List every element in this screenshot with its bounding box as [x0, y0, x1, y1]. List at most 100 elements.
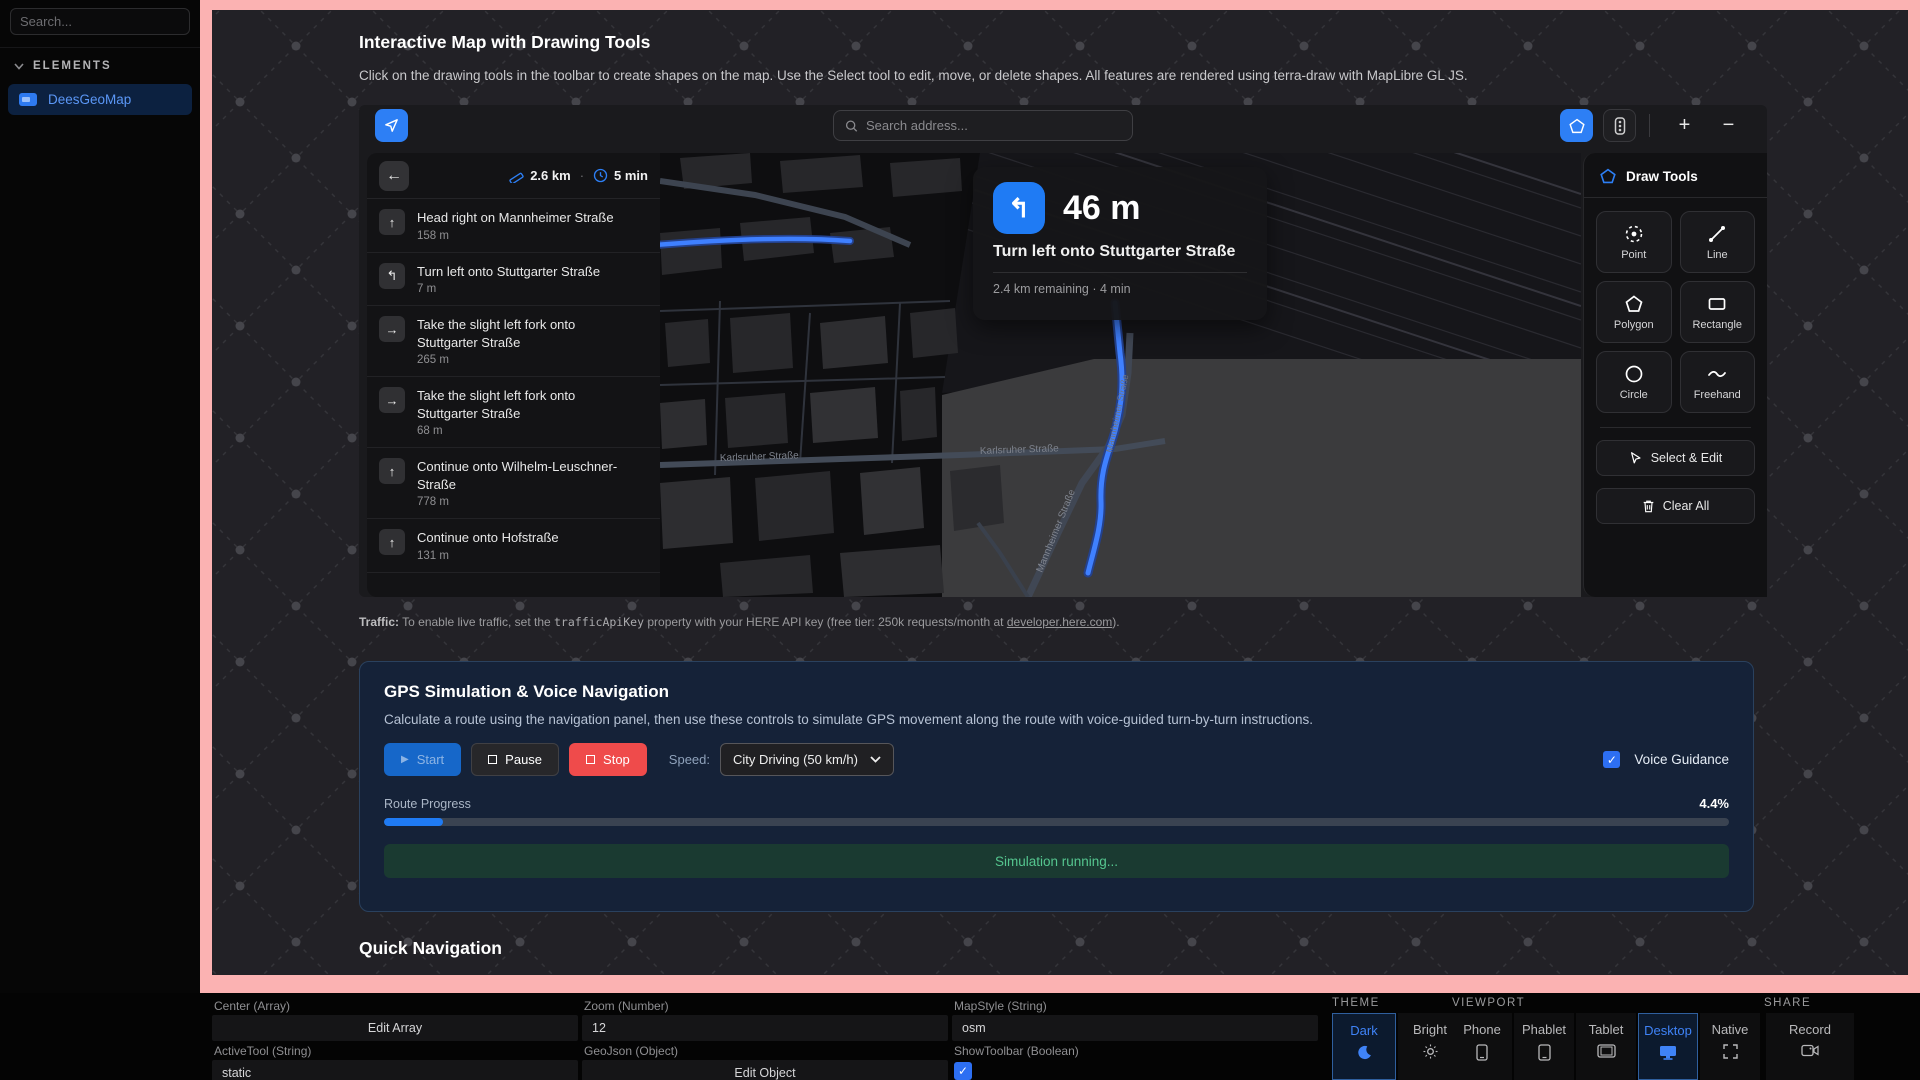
nav-step[interactable]: ↑ Continue onto Hofstraße 131 m [367, 519, 660, 573]
draw-tools-title: Draw Tools [1626, 169, 1698, 184]
story-frame: Interactive Map with Drawing Tools Click… [200, 0, 1920, 993]
activetool-input[interactable] [212, 1060, 578, 1080]
zoom-in-button[interactable]: + [1668, 109, 1701, 142]
tool-label: Freehand [1694, 389, 1741, 401]
chevron-down-icon [870, 756, 881, 763]
back-button[interactable]: ← [379, 161, 409, 191]
select-edit-button[interactable]: Select & Edit [1596, 440, 1755, 476]
tool-circle-button[interactable]: Circle [1596, 351, 1672, 413]
stop-label: Stop [603, 752, 630, 767]
cursor-icon [1629, 451, 1643, 465]
nav-step[interactable]: → Take the slight left fork onto Stuttga… [367, 306, 660, 377]
theme-dark-label: Dark [1350, 1023, 1377, 1038]
tool-polygon-button[interactable]: Polygon [1596, 281, 1672, 343]
separator-dot: · [580, 168, 584, 183]
straight-arrow-icon: ↑ [379, 529, 405, 555]
phablet-icon [1538, 1044, 1551, 1061]
viewport-desktop-button[interactable]: Desktop [1638, 1013, 1698, 1080]
navigation-panel-header: ← 2.6 km · 5 min [367, 153, 660, 199]
sidebar: ELEMENTS DeesGeoMap [0, 0, 200, 993]
step-text: Continue onto Wilhelm-Leuschner-Straße [417, 458, 627, 493]
instruction-distance: 46 m [1063, 189, 1141, 228]
tool-point-button[interactable]: Point [1596, 211, 1672, 273]
viewport-native-label: Native [1712, 1022, 1749, 1037]
nav-step[interactable]: → Take the slight left fork onto Stuttga… [367, 377, 660, 448]
story-content: Interactive Map with Drawing Tools Click… [212, 10, 1908, 975]
play-icon: ▶ [401, 754, 409, 765]
viewport-phablet-button[interactable]: Phablet [1514, 1013, 1574, 1080]
showtoolbar-checkbox[interactable]: ✓ [954, 1062, 972, 1080]
search-icon [845, 119, 858, 133]
theme-dark-button[interactable]: Dark [1332, 1013, 1396, 1080]
viewport-native-button[interactable]: Native [1700, 1013, 1760, 1080]
viewport-phone-label: Phone [1463, 1022, 1501, 1037]
tool-label: Rectangle [1692, 319, 1742, 331]
speed-select[interactable]: City Driving (50 km/h) [720, 743, 894, 776]
edit-object-button[interactable]: Edit Object [582, 1060, 948, 1080]
route-progress-fill [384, 818, 443, 826]
nav-step[interactable]: ↑ Continue onto Wilhelm-Leuschner-Straße… [367, 448, 660, 519]
sidebar-search[interactable] [10, 8, 190, 35]
remaining-info: 2.4 km remaining · 4 min [993, 282, 1247, 296]
tool-label: Polygon [1614, 319, 1654, 331]
voice-guidance-checkbox[interactable]: ✓ [1603, 751, 1620, 768]
route-progress-value: 4.4% [1699, 796, 1729, 811]
edit-array-button[interactable]: Edit Array [212, 1015, 578, 1041]
prop-mapstyle-label: MapStyle (String) [954, 999, 1047, 1013]
pentagon-icon [1600, 168, 1616, 184]
mapstyle-input[interactable] [952, 1015, 1318, 1041]
stop-button[interactable]: Stop [569, 743, 647, 776]
tool-freehand-button[interactable]: Freehand [1680, 351, 1756, 413]
start-button[interactable]: ▶ Start [384, 743, 461, 776]
instruction-text: Turn left onto Stuttgarter Straße [993, 243, 1247, 261]
speed-selected-value: City Driving (50 km/h) [733, 752, 858, 767]
tablet-icon [1597, 1044, 1616, 1058]
step-text: Take the slight left fork onto Stuttgart… [417, 316, 627, 351]
pause-label: Pause [505, 752, 542, 767]
select-edit-label: Select & Edit [1651, 451, 1723, 465]
traffic-toggle-button[interactable] [1603, 109, 1636, 142]
speed-label: Speed: [669, 752, 710, 767]
chevron-down-icon [14, 63, 24, 70]
share-record-button[interactable]: Record [1766, 1013, 1854, 1080]
sidebar-item-deesgeomap[interactable]: DeesGeoMap [8, 84, 192, 115]
nav-step[interactable]: ↑ Head right on Mannheimer Straße 158 m [367, 199, 660, 253]
theme-section-header: THEME [1332, 997, 1380, 1009]
card-divider [993, 272, 1247, 273]
nav-step[interactable]: ↰ Turn left onto Stuttgarter Straße 7 m [367, 253, 660, 307]
here-developer-link[interactable]: developer.here.com [1007, 615, 1112, 629]
prop-center-label: Center (Array) [214, 999, 290, 1013]
tool-line-button[interactable]: Line [1680, 211, 1756, 273]
address-search[interactable] [833, 110, 1133, 141]
clear-all-button[interactable]: Clear All [1596, 488, 1755, 524]
straight-arrow-icon: ↑ [379, 458, 405, 484]
step-distance: 68 m [417, 425, 627, 437]
address-search-input[interactable] [866, 118, 1121, 133]
sidebar-section-elements[interactable]: ELEMENTS [0, 48, 200, 80]
phone-icon [1476, 1044, 1488, 1061]
sidebar-search-input[interactable] [20, 14, 180, 29]
draw-tools-toggle-button[interactable] [1560, 109, 1593, 142]
zoom-input[interactable] [582, 1015, 948, 1041]
draw-tools-divider [1600, 427, 1751, 428]
viewport-tablet-button[interactable]: Tablet [1576, 1013, 1636, 1080]
geo-map-component: + − ← 2.6 km · 5 min [359, 105, 1767, 597]
viewport-phone-button[interactable]: Phone [1452, 1013, 1512, 1080]
route-progress-label: Route Progress [384, 797, 471, 811]
zoom-out-button[interactable]: − [1712, 109, 1745, 142]
page-description: Click on the drawing tools in the toolba… [359, 68, 1468, 83]
fork-right-icon: → [379, 387, 405, 413]
viewport-phablet-label: Phablet [1522, 1022, 1566, 1037]
route-duration: 5 min [614, 168, 648, 183]
map-canvas[interactable]: Karlsruher Straße Karlsruher Straße Mann… [660, 153, 1581, 597]
share-section-header: SHARE [1764, 997, 1811, 1009]
navigation-panel: ← 2.6 km · 5 min ↑ Head right on Mannhe [367, 153, 660, 597]
simulation-status: Simulation running... [384, 844, 1729, 878]
locate-button[interactable] [375, 109, 408, 142]
viewport-section-header: VIEWPORT [1452, 997, 1525, 1009]
start-label: Start [417, 752, 444, 767]
tool-label: Line [1707, 249, 1728, 261]
pause-button[interactable]: Pause [471, 743, 559, 776]
prop-activetool-label: ActiveTool (String) [214, 1044, 311, 1058]
tool-rectangle-button[interactable]: Rectangle [1680, 281, 1756, 343]
